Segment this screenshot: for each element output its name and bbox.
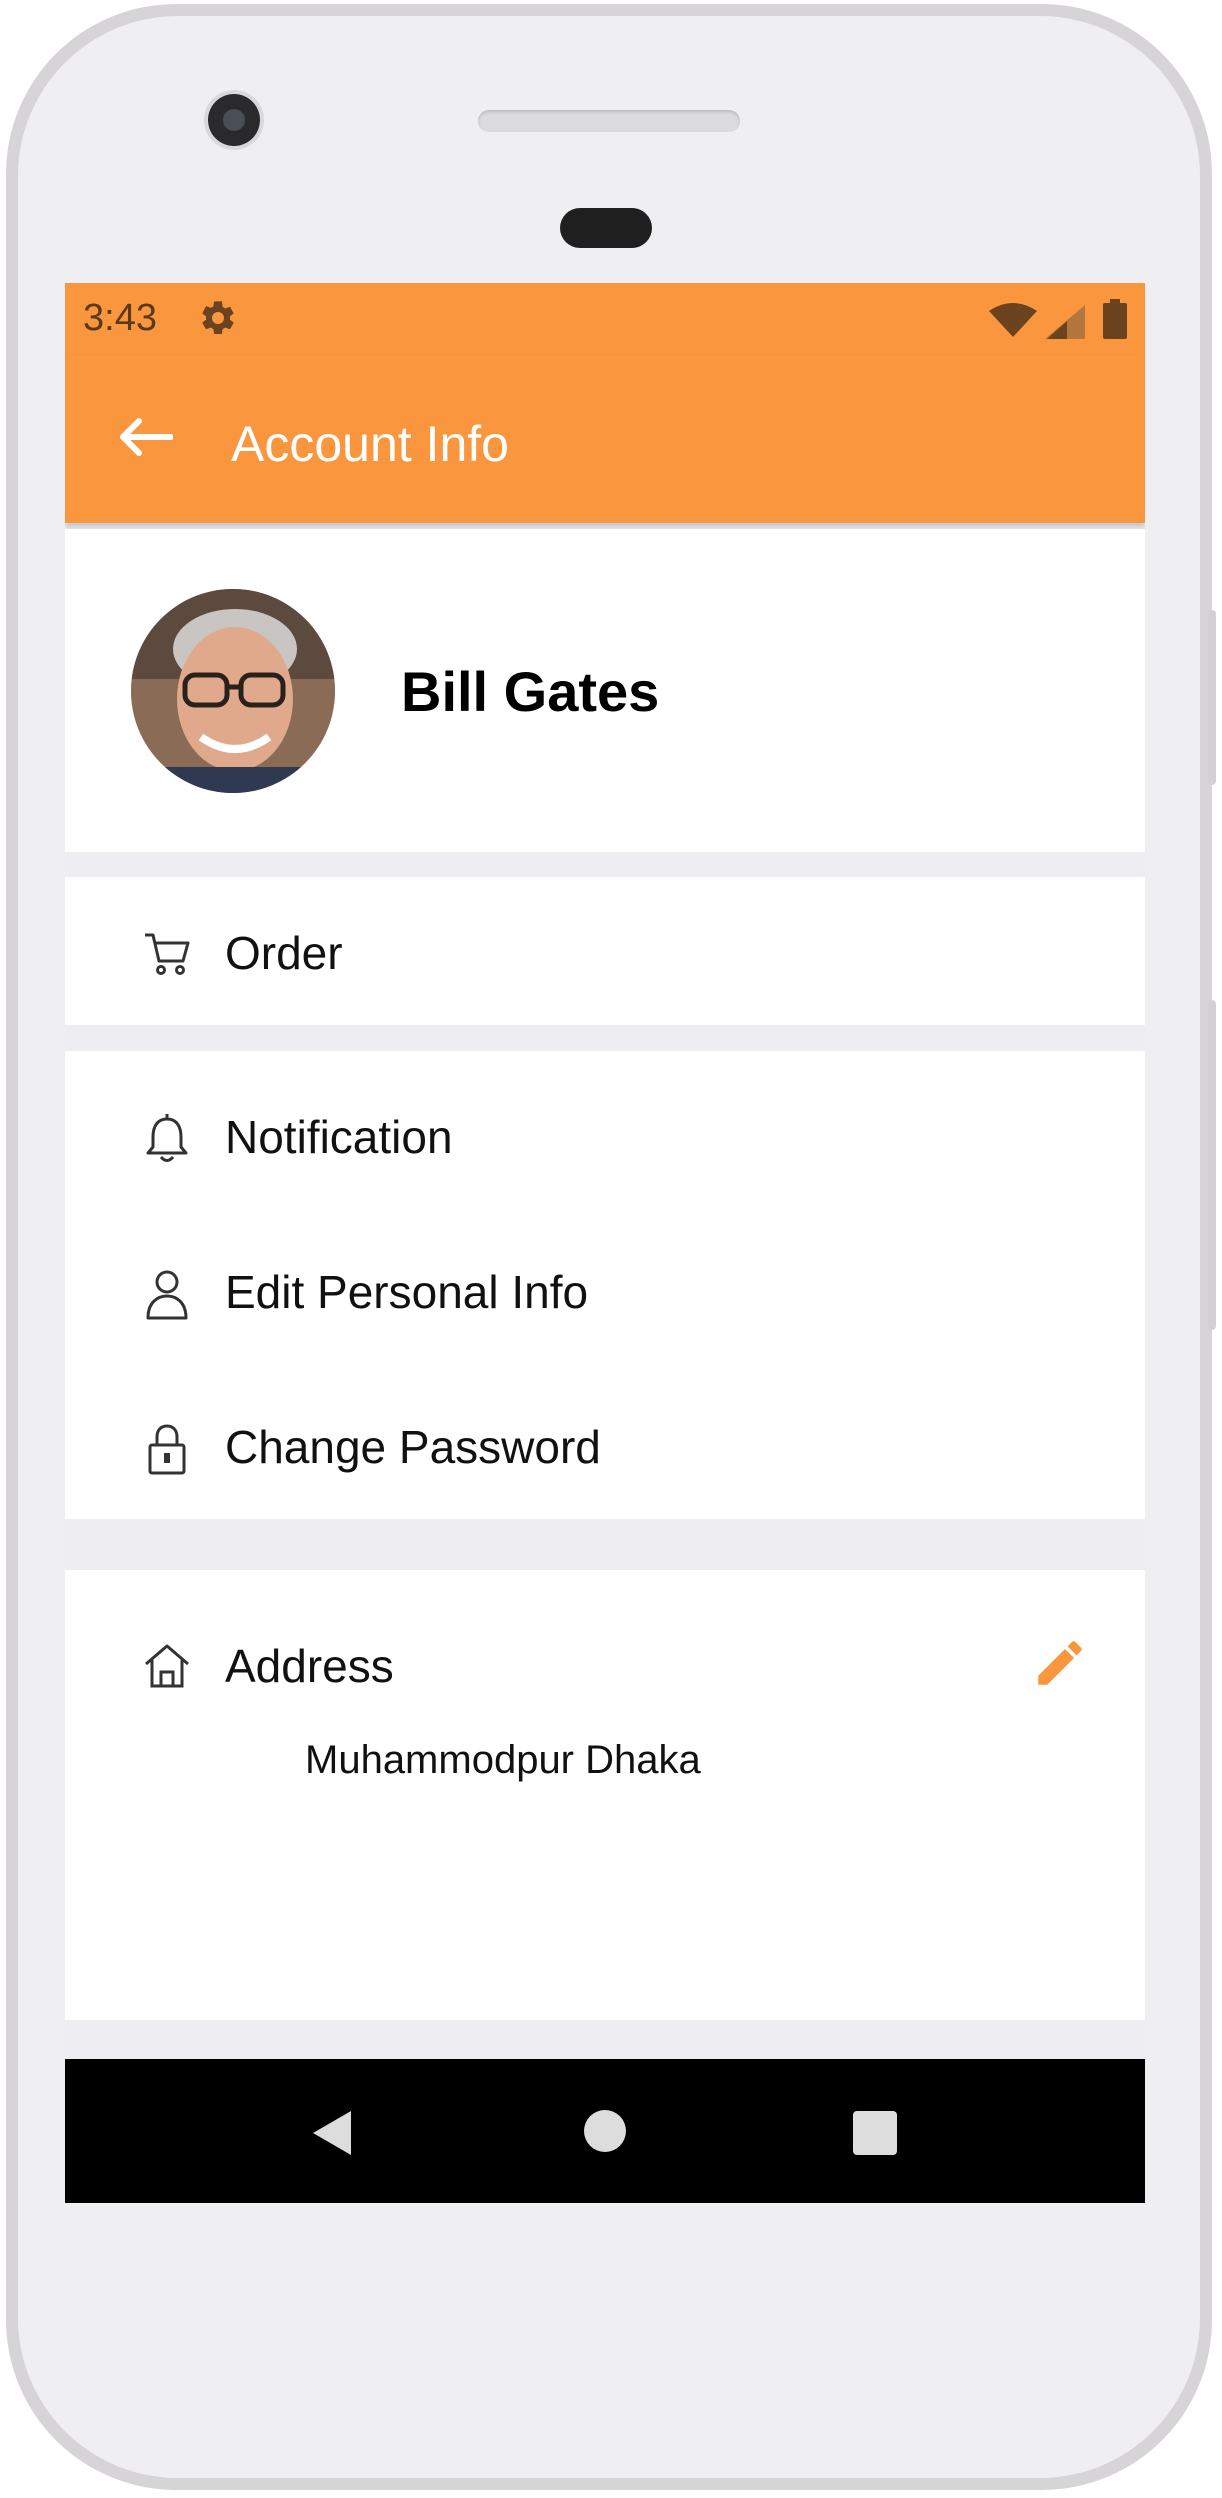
menu-item-notification[interactable]: Notification [65,1085,1145,1185]
order-card: Order [65,877,1145,1025]
address-row: Address [65,1614,1145,1714]
menu-item-edit-personal-info[interactable]: Edit Personal Info [65,1240,1145,1340]
back-triangle-icon[interactable] [309,2109,357,2162]
pencil-icon[interactable] [1031,1634,1089,1697]
status-bar: 3:43 [65,283,1145,355]
avatar[interactable] [131,589,335,793]
status-time: 3:43 [83,297,157,339]
system-nav-bar [65,2059,1145,2203]
power-button [1208,1000,1216,1330]
address-card: Address Muhammodpur Dhaka [65,1570,1145,2020]
gear-icon [198,298,238,343]
menu-item-label: Notification [225,1111,453,1163]
settings-card: Notification Edit Personal Info Change P… [65,1051,1145,1519]
menu-item-label: Change Password [225,1421,601,1473]
profile-name: Bill Gates [401,660,660,723]
menu-item-order[interactable]: Order [65,901,1145,1001]
lock-icon [143,1423,187,1475]
menu-item-change-password[interactable]: Change Password [65,1395,1145,1495]
screen: 3:43 Account Info Bill Gates Order Notif… [65,283,1145,2203]
menu-item-label: Edit Personal Info [225,1266,589,1318]
proximity-sensor [560,208,652,248]
address-label: Address [225,1640,394,1692]
app-bar: Account Info [65,355,1145,523]
speaker-grille [478,110,740,132]
front-camera [208,94,260,146]
wifi-icon [989,303,1037,344]
menu-item-label: Order [225,927,343,979]
cart-icon [143,929,190,977]
recents-square-icon[interactable] [853,2111,897,2160]
battery-icon [1103,299,1127,344]
profile-card: Bill Gates [65,529,1145,852]
page-title: Account Info [231,416,509,472]
volume-button [1208,610,1216,785]
home-icon [143,1642,189,1690]
signal-icon [1045,305,1085,344]
address-value: Muhammodpur Dhaka [305,1738,701,1782]
user-icon [143,1268,188,1320]
arrow-left-icon[interactable] [117,417,174,462]
bell-icon [143,1113,188,1162]
home-circle-icon[interactable] [583,2109,627,2158]
